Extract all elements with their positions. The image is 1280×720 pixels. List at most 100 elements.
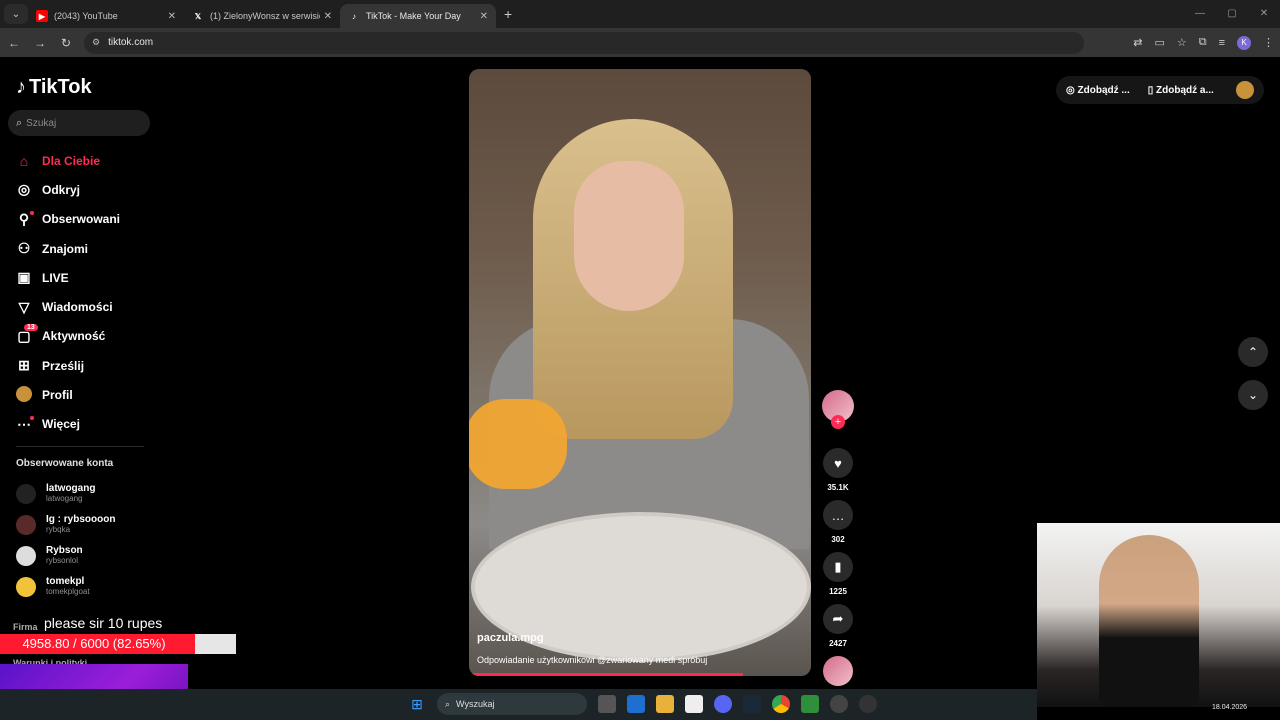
comment-action: … 302 [822, 500, 854, 546]
compass-icon: ◎ [17, 181, 31, 198]
notification-dot [30, 210, 34, 215]
sound-action [822, 656, 854, 686]
sidebar-item-label: Profil [42, 388, 73, 403]
extensions-icon[interactable]: ⧉ [1199, 36, 1207, 49]
search-input[interactable]: ⌕ Szukaj [8, 110, 150, 136]
tiktok-icon: ♪ [352, 11, 356, 21]
sidebar-item-label: Więcej [42, 417, 80, 432]
followed-account[interactable]: Rybson rybsonlol [16, 540, 115, 571]
sidebar-item-label: Odkryj [42, 182, 81, 197]
followed-account[interactable]: Ig : rybsoooon rybqka [16, 509, 115, 540]
sidebar-item-label: Dla Ciebie [42, 153, 101, 168]
account-handle: tomekplgoat [46, 587, 90, 596]
media-icon[interactable]: ≡ [1219, 37, 1225, 49]
logo-text: TikTok [29, 76, 92, 98]
account-handle: rybsonlol [46, 556, 79, 565]
tab-tiktok[interactable]: ♪ TikTok - Make Your Day ✕ [340, 4, 496, 28]
app-icon[interactable] [801, 695, 819, 713]
sidebar-item-profile[interactable]: Profil [14, 380, 154, 409]
avatar [16, 545, 36, 566]
task-view-icon[interactable] [598, 695, 616, 713]
close-window-icon[interactable]: ✕ [1248, 0, 1280, 28]
account-handle: latwogang [46, 494, 83, 503]
obs-icon[interactable] [830, 695, 848, 713]
video-actions: + ♥ 35.1K … 302 ▮ 1225 ➦ 2427 [822, 390, 854, 686]
sidebar-item-explore[interactable]: ◎ Odkryj [14, 175, 154, 204]
friends-icon: ⚇ [17, 240, 31, 257]
activity-badge: 13 [24, 323, 38, 331]
chrome-icon[interactable] [772, 695, 790, 713]
get-coins-button[interactable]: ◎ Zdobądź ... [1066, 85, 1130, 96]
store-icon[interactable] [685, 695, 703, 713]
profile-icon [14, 385, 34, 405]
maximize-icon[interactable]: ▢ [1216, 0, 1248, 28]
cast-icon[interactable]: ▭ [1154, 36, 1164, 49]
site-info-icon[interactable]: ⚙ [92, 37, 100, 48]
chevron-up-icon[interactable]: ⌃ [1238, 337, 1268, 367]
donation-progress-value: 4958.80 / 6000 (82.65%) [22, 636, 166, 651]
reload-icon[interactable]: ↻ [54, 36, 78, 50]
sound-disc-icon[interactable] [823, 656, 853, 686]
footer-company-link[interactable]: Firma [13, 622, 38, 632]
tab-x[interactable]: 𝕏 (1) ZielonyWonsz w serwisie X ✕ [184, 4, 340, 28]
search-icon: ⌕ [445, 698, 451, 709]
upload-icon: ⊞ [18, 357, 30, 374]
forward-icon[interactable]: → [28, 36, 52, 50]
file-explorer-icon[interactable] [656, 695, 674, 713]
back-icon[interactable]: ← [2, 36, 26, 50]
sidebar-item-messages[interactable]: ▽ Wiadomości [14, 292, 154, 321]
sidebar-item-upload[interactable]: ⊞ Prześlij [14, 351, 154, 380]
divider [16, 446, 144, 447]
discord-icon[interactable] [714, 695, 732, 713]
video-description: Odpowiadanie użytkownikowi @zwariowany m… [477, 655, 708, 665]
close-icon[interactable]: ✕ [480, 11, 488, 22]
sidebar-item-label: Znajomi [42, 241, 89, 256]
account-handle: rybqka [46, 525, 71, 534]
sidebar-item-following[interactable]: ⚲ Obserwowani [14, 205, 154, 234]
webcam-overlay [1037, 523, 1280, 707]
close-icon[interactable]: ✕ [324, 11, 332, 22]
tab-title: (1) ZielonyWonsz w serwisie X [210, 11, 320, 21]
comment-icon[interactable]: … [823, 500, 853, 530]
minimize-icon[interactable]: — [1184, 0, 1216, 28]
youtube-icon: ▶ [36, 10, 48, 22]
followed-account[interactable]: latwogang latwogang [16, 478, 115, 509]
tiktok-logo[interactable]: ♪ TikTok [16, 76, 92, 99]
close-icon[interactable]: ✕ [168, 11, 176, 22]
new-tab-icon[interactable]: + [504, 6, 512, 22]
sidebar-item-label: Wiadomości [42, 300, 113, 315]
follow-plus-icon[interactable]: + [831, 415, 845, 429]
bookmark-star-icon[interactable]: ☆ [1177, 36, 1187, 49]
top-right-actions: ◎ Zdobądź ... ▯ Zdobądź a... [1056, 76, 1264, 104]
get-app-button[interactable]: ▯ Zdobądź a... [1148, 85, 1214, 96]
taskbar-search[interactable]: ⌕ Wyszukaj [437, 693, 587, 715]
share-icon[interactable]: ➦ [823, 604, 853, 634]
followed-account[interactable]: tomekpl tomekplgoat [16, 571, 115, 602]
mail-icon[interactable] [627, 695, 645, 713]
app-icon[interactable] [859, 695, 877, 713]
sidebar-item-live[interactable]: ▣ LIVE [14, 263, 154, 292]
steam-icon[interactable] [743, 695, 761, 713]
sidebar-item-label: Prześlij [42, 358, 85, 373]
translate-icon[interactable]: ⇄ [1133, 36, 1142, 49]
avatar [16, 514, 36, 535]
tab-search-icon[interactable]: ⌄ [4, 4, 28, 24]
bookmark-icon[interactable]: ▮ [823, 552, 853, 582]
sidebar-item-activity[interactable]: ▢ 13 Aktywność [14, 322, 154, 351]
video-progress-bar[interactable] [469, 673, 811, 676]
url-input[interactable]: ⚙ tiktok.com [84, 31, 1084, 54]
user-avatar[interactable] [1236, 81, 1254, 99]
menu-kebab-icon[interactable]: ⋮ [1263, 36, 1274, 49]
sidebar-item-friends[interactable]: ⚇ Znajomi [14, 234, 154, 263]
video-player[interactable]: paczula.mpg Odpowiadanie użytkownikowi @… [469, 69, 811, 676]
followed-accounts-heading: Obserwowane konta [16, 458, 114, 469]
tab-title: (2043) YouTube [54, 11, 118, 21]
profile-avatar[interactable]: K [1237, 35, 1251, 50]
windows-start-icon[interactable]: ⊞ [408, 695, 426, 713]
sidebar-item-for-you[interactable]: ⌂ Dla Ciebie [14, 146, 154, 175]
video-username[interactable]: paczula.mpg [477, 632, 544, 644]
chevron-down-icon[interactable]: ⌄ [1238, 380, 1268, 410]
tab-youtube[interactable]: ▶ (2043) YouTube ✕ [28, 4, 184, 28]
heart-icon[interactable]: ♥ [823, 448, 853, 478]
sidebar-item-more[interactable]: ⋯ Więcej [14, 410, 154, 439]
